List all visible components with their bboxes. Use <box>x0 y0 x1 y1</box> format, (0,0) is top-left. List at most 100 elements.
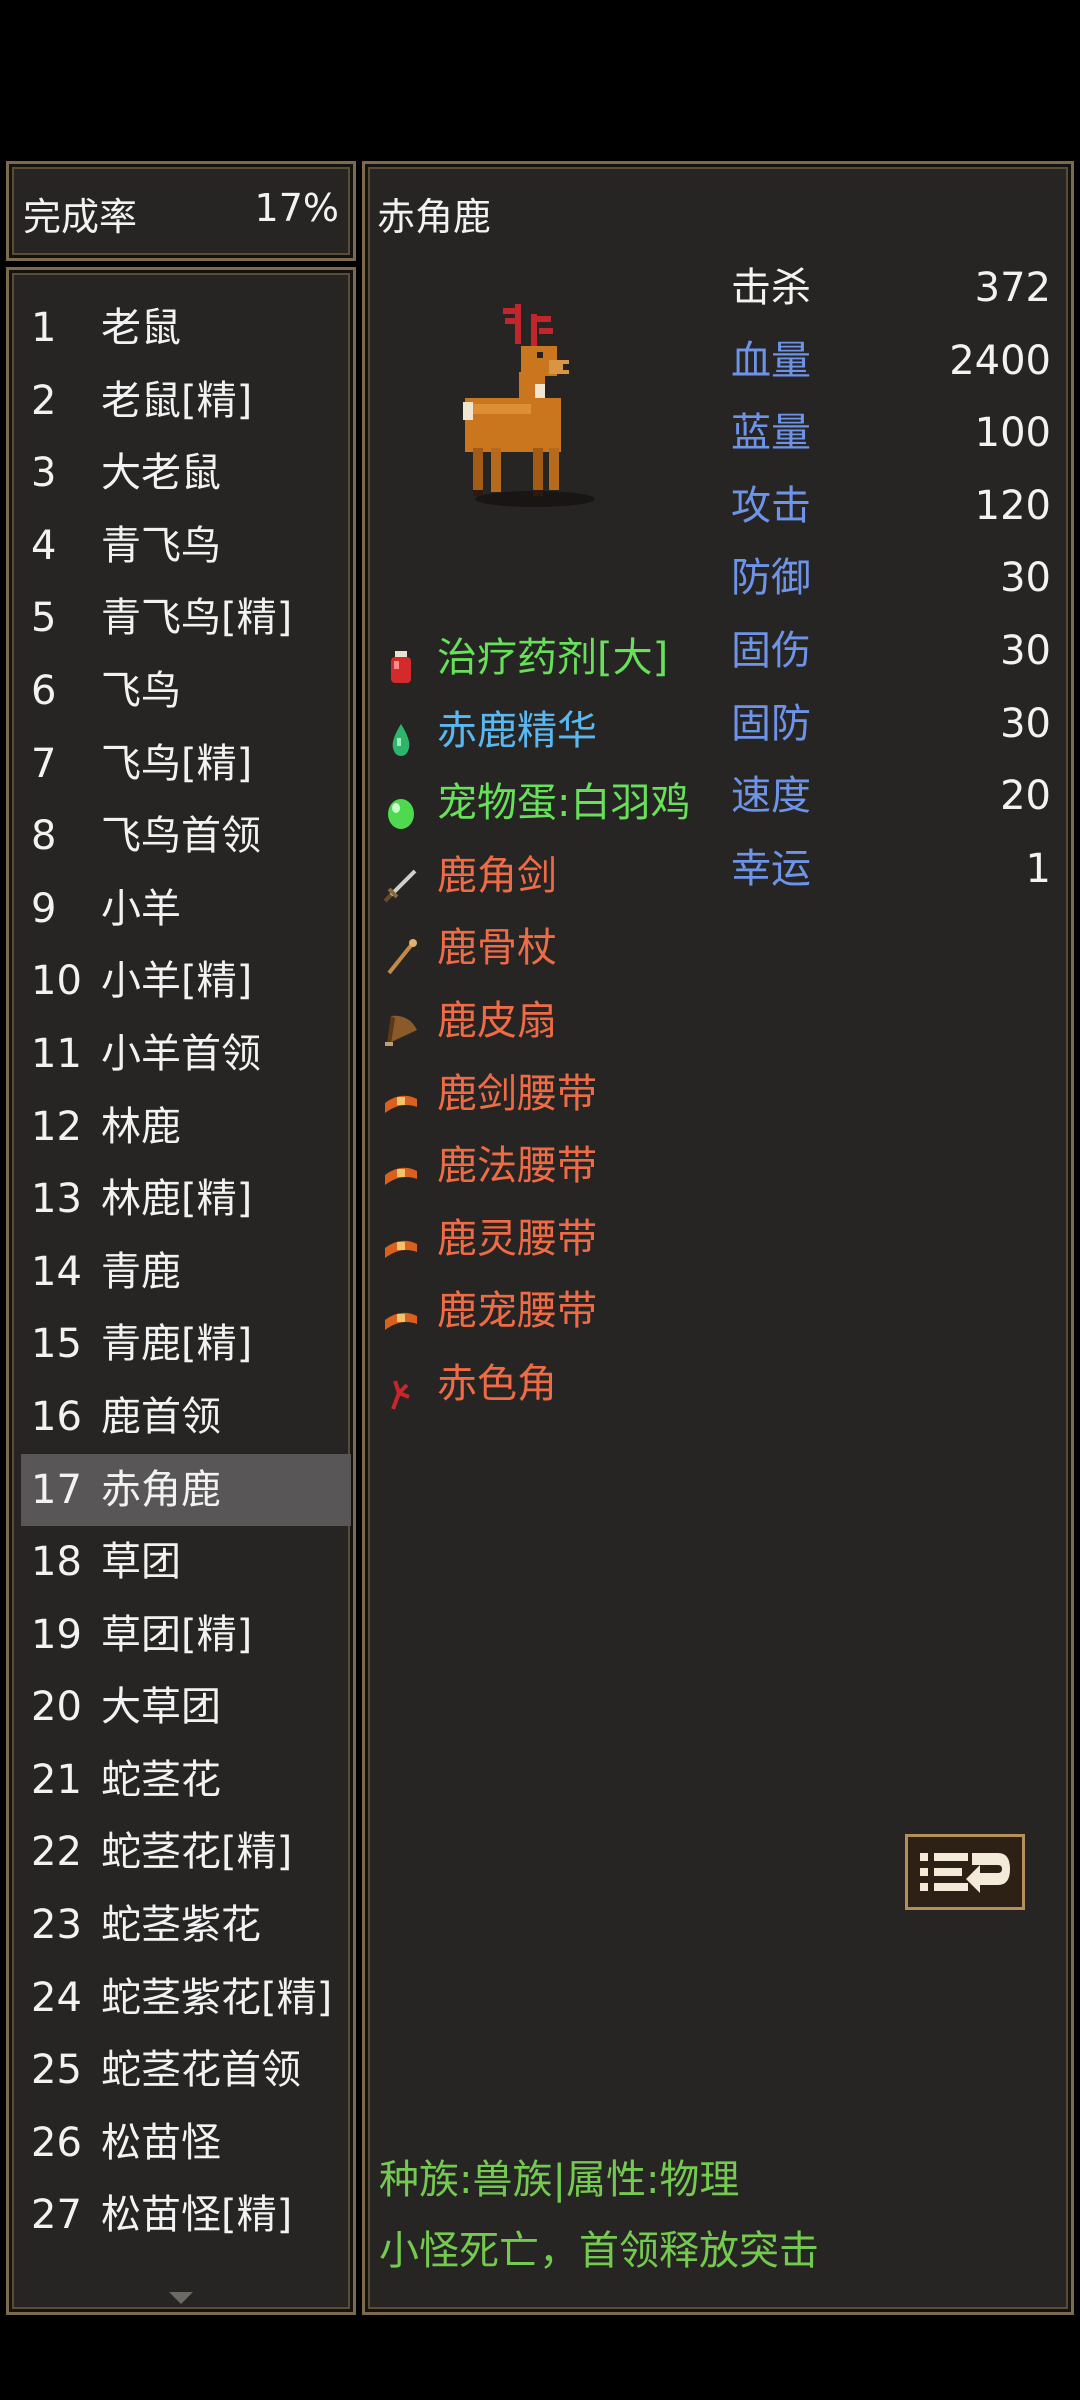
monster-name: 小羊首领 <box>101 1030 261 1077</box>
drop-item[interactable]: 赤鹿精华 <box>381 695 741 768</box>
monster-list-item[interactable]: 12 林鹿 <box>21 1091 351 1164</box>
monster-number: 25 <box>31 2047 82 2094</box>
switch-arrow-icon <box>914 1843 1016 1901</box>
stat-label: 击杀 <box>731 265 811 311</box>
red-antler-deer-sprite <box>463 304 595 507</box>
monster-list-item[interactable]: 15 青鹿[精] <box>21 1308 351 1381</box>
monster-list-item[interactable]: 14 青鹿 <box>21 1236 351 1309</box>
monster-list-item[interactable]: 11 小羊首领 <box>21 1018 351 1091</box>
fan-icon <box>381 1001 421 1046</box>
scroll-down-arrow-icon[interactable] <box>169 2292 193 2304</box>
monster-number: 18 <box>31 1539 82 1586</box>
stat-row: 固防 30 <box>731 688 1051 761</box>
drop-item[interactable]: 鹿宠腰带 <box>381 1275 741 1348</box>
monster-list-item[interactable]: 6 飞鸟 <box>21 655 351 728</box>
monster-name: 飞鸟 <box>101 667 181 714</box>
stat-label: 防御 <box>731 555 811 602</box>
drop-item-name: 鹿灵腰带 <box>437 1215 597 1262</box>
switch-view-button[interactable] <box>905 1834 1025 1910</box>
monster-stats: 击杀 372 血量 2400 蓝量 100 攻击 120 防御 30 固伤 30 固防 30 速度 20 幸运 1 <box>731 252 1051 905</box>
monster-list-item[interactable]: 2 老鼠[精] <box>21 365 351 438</box>
monster-list-item[interactable]: 23 蛇茎紫花 <box>21 1889 351 1962</box>
monster-list-item[interactable]: 25 蛇茎花首领 <box>21 2034 351 2107</box>
monster-list-item[interactable]: 18 草团 <box>21 1526 351 1599</box>
monster-list-item[interactable]: 5 青飞鸟[精] <box>21 582 351 655</box>
monster-list-item[interactable]: 13 林鹿[精] <box>21 1163 351 1236</box>
green-essence-icon <box>381 711 421 756</box>
monster-list-item[interactable]: 10 小羊[精] <box>21 945 351 1018</box>
monster-list-item[interactable]: 26 松苗怪 <box>21 2107 351 2180</box>
stat-row: 固伤 30 <box>731 615 1051 688</box>
monster-list-item[interactable]: 7 飞鸟[精] <box>21 728 351 801</box>
monster-number: 10 <box>31 958 82 1005</box>
monster-name: 小羊[精] <box>101 958 253 1005</box>
monster-name: 蛇茎紫花 <box>101 1902 261 1949</box>
stat-label: 血量 <box>731 337 811 384</box>
completion-panel: 完成率 17% <box>6 161 356 261</box>
monster-list-item[interactable]: 3 大老鼠 <box>21 437 351 510</box>
stat-label: 蓝量 <box>731 410 811 457</box>
stat-value: 372 <box>974 265 1051 311</box>
drop-item-name: 鹿骨杖 <box>437 925 557 972</box>
monster-list-item[interactable]: 20 大草团 <box>21 1671 351 1744</box>
monster-list-item[interactable]: 19 草团[精] <box>21 1599 351 1672</box>
stat-row: 击杀 372 <box>731 252 1051 325</box>
stat-row: 幸运 1 <box>731 833 1051 906</box>
drop-list: 治疗药剂[大] 赤鹿精华宠物蛋:白羽鸡 鹿角剑鹿骨杖鹿皮扇 鹿剑腰带 鹿法腰带鹿灵腰带鹿… <box>381 622 741 1421</box>
monster-number: 19 <box>31 1611 82 1658</box>
monster-name: 飞鸟[精] <box>101 740 253 787</box>
monster-list-item[interactable]: 27 松苗怪[精] <box>21 2179 351 2252</box>
drop-item[interactable]: 鹿剑腰带 <box>381 1058 741 1131</box>
monster-list-item[interactable]: 24 蛇茎紫花[精] <box>21 1962 351 2035</box>
drop-item-name: 治疗药剂[大] <box>437 635 669 681</box>
belt-icon <box>381 1074 421 1114</box>
monster-list-item[interactable]: 1 老鼠 <box>21 292 351 365</box>
stat-label: 固防 <box>731 700 811 747</box>
drop-item[interactable]: 鹿角剑 <box>381 840 741 913</box>
skill-description-text: 小怪死亡，首领释放突击 <box>379 2228 819 2274</box>
drop-item[interactable]: 鹿骨杖 <box>381 912 741 985</box>
drop-item-name: 鹿角剑 <box>437 852 557 899</box>
drop-item-name: 赤色角 <box>437 1360 557 1407</box>
monster-detail-panel: 赤角鹿 击杀372血量2400蓝量100攻击120防御30固 <box>362 161 1074 2315</box>
monster-list-item[interactable]: 9 小羊 <box>21 873 351 946</box>
drop-item-name: 宠物蛋:白羽鸡 <box>437 780 691 827</box>
monster-name: 老鼠[精] <box>101 377 253 424</box>
monster-list-item[interactable]: 21 蛇茎花 <box>21 1744 351 1817</box>
monster-list-item[interactable]: 8 飞鸟首领 <box>21 800 351 873</box>
monster-list-item[interactable]: 17 赤角鹿 <box>21 1453 351 1527</box>
drop-item[interactable]: 鹿法腰带 <box>381 1130 741 1203</box>
drop-item[interactable]: 宠物蛋:白羽鸡 <box>381 767 741 840</box>
monster-list-item[interactable]: 4 青飞鸟 <box>21 510 351 583</box>
sword-icon <box>381 856 421 903</box>
monster-number: 16 <box>31 1393 82 1440</box>
green-egg-icon <box>381 783 421 830</box>
drop-item[interactable]: 鹿灵腰带 <box>381 1203 741 1276</box>
monster-list-panel[interactable]: 1 老鼠 2 老鼠[精] 3 大老鼠 4 青飞鸟 5 青飞鸟[精] 6 飞鸟 7 飞鸟[精] 8 飞鸟首领 9 小… <box>6 267 356 2315</box>
monster-title: 赤角鹿 <box>377 195 492 239</box>
monster-list-item[interactable]: 22 蛇茎花[精] <box>21 1816 351 1889</box>
monster-number: 6 <box>31 667 57 714</box>
red-antler-icon <box>381 1364 421 1410</box>
monster-name: 蛇茎花 <box>101 1756 221 1803</box>
monster-number: 5 <box>31 595 57 642</box>
drop-item[interactable]: 治疗药剂[大] <box>381 622 741 695</box>
monster-name: 青鹿 <box>101 1248 181 1295</box>
stat-label: 固伤 <box>731 627 811 674</box>
monster-name: 小羊 <box>101 885 181 932</box>
monster-list-item[interactable]: 16 鹿首领 <box>21 1381 351 1454</box>
monster-number: 21 <box>31 1756 82 1803</box>
monster-number: 13 <box>31 1176 82 1223</box>
monster-name: 蛇茎花首领 <box>101 2047 301 2094</box>
stat-value: 20 <box>1000 773 1051 820</box>
monster-number: 12 <box>31 1103 82 1150</box>
drop-item[interactable]: 鹿皮扇 <box>381 985 741 1058</box>
monster-name: 草团[精] <box>101 1611 253 1658</box>
staff-icon <box>381 928 421 975</box>
drop-item-name: 赤鹿精华 <box>437 707 597 754</box>
completion-label: 完成率 <box>23 195 138 239</box>
drop-item-name: 鹿宠腰带 <box>437 1288 597 1335</box>
monster-list[interactable]: 1 老鼠 2 老鼠[精] 3 大老鼠 4 青飞鸟 5 青飞鸟[精] 6 飞鸟 7 飞鸟[精] 8 飞鸟首领 9 小… <box>21 292 351 2252</box>
drop-item[interactable]: 赤色角 <box>381 1348 741 1421</box>
monster-name: 松苗怪 <box>101 2119 221 2166</box>
